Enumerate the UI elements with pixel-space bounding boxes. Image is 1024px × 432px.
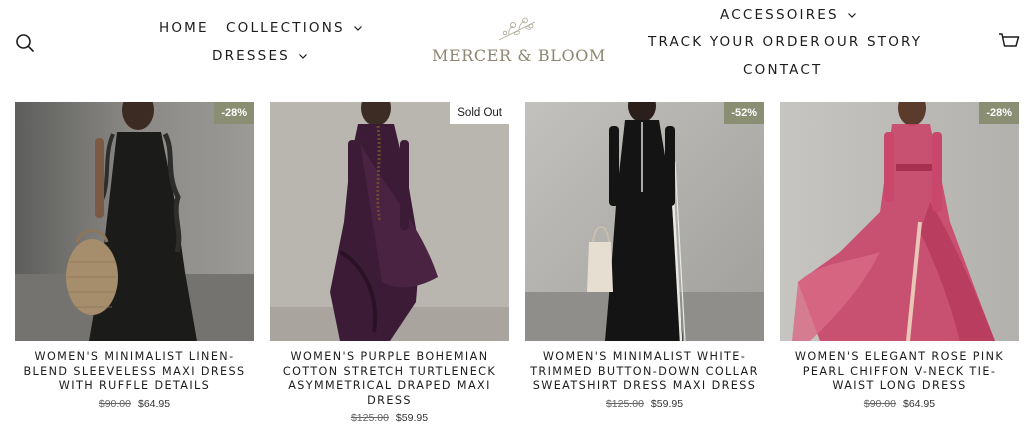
discount-badge: -52% [724, 102, 764, 124]
nav-collections[interactable]: COLLECTIONS [226, 20, 363, 36]
product-title[interactable]: Women's Minimalist White-Trimmed Button-… [525, 350, 764, 394]
nav-contact-label: CONTACT [743, 62, 823, 78]
discount-badge: -28% [979, 102, 1019, 124]
original-price: $125.00 [350, 412, 389, 425]
product-photo [270, 102, 509, 341]
product-image[interactable]: -52% [525, 102, 764, 341]
nav-track-order[interactable]: TRACK YOUR ORDER [648, 34, 822, 50]
sold-out-badge: Sold Out [450, 102, 509, 124]
chevron-down-icon [353, 26, 362, 31]
sale-price: $64.95 [903, 397, 936, 410]
brand-logo[interactable]: MERCER & BLOOM [432, 16, 606, 72]
chevron-down-icon [847, 13, 856, 18]
price-row: $125.00 $59.95 [525, 398, 764, 410]
product-card[interactable]: -28% Women's Minimalist Linen-Blend Slee… [15, 102, 254, 410]
original-price: $125.00 [605, 397, 644, 410]
price-row: $125.00 $59.95 [270, 412, 509, 424]
product-photo [525, 102, 764, 341]
nav-our-story[interactable]: OUR STORY [824, 34, 922, 50]
flower-logo-icon [498, 17, 536, 41]
original-price: $90.00 [863, 397, 896, 410]
sale-price: $59.95 [650, 397, 684, 410]
sale-price: $59.95 [395, 412, 429, 425]
nav-collections-label: COLLECTIONS [226, 20, 345, 36]
nav-our-story-label: OUR STORY [824, 34, 923, 50]
brand-name: MERCER & BLOOM [432, 46, 606, 65]
nav-dresses-label: DRESSES [212, 48, 290, 64]
product-title[interactable]: Women's Minimalist Linen-Blend Sleeveles… [15, 350, 254, 394]
discount-badge: -28% [214, 102, 254, 124]
product-card[interactable]: -28% Women's Elegant Rose Pink Pearl Chi… [780, 102, 1019, 410]
product-image[interactable]: Sold Out [270, 102, 509, 341]
product-title[interactable]: Women's Purple Bohemian Cotton Stretch T… [270, 350, 509, 408]
sale-price: $64.95 [138, 397, 171, 410]
nav-home[interactable]: HOME [159, 20, 209, 36]
product-title[interactable]: Women's Elegant Rose Pink Pearl Chiffon … [780, 350, 1019, 394]
price-row: $90.00 $64.95 [15, 398, 254, 410]
nav-contact[interactable]: CONTACT [743, 62, 822, 78]
original-price: $90.00 [98, 397, 131, 410]
product-image[interactable]: -28% [15, 102, 254, 341]
price-row: $90.00 $64.95 [780, 398, 1019, 410]
product-card[interactable]: Sold Out Women's Purple Bohemian Cotton … [270, 102, 509, 424]
nav-accessoires[interactable]: ACCESSOIRES [720, 7, 857, 23]
nav-home-label: HOME [159, 20, 209, 36]
nav-dresses[interactable]: DRESSES [212, 48, 308, 64]
nav-track-order-label: TRACK YOUR ORDER [648, 34, 822, 50]
chevron-down-icon [299, 54, 307, 59]
site-header: HOME COLLECTIONS DRESSES MERCER & BLOOM … [0, 0, 1024, 90]
cart-icon[interactable] [994, 28, 1024, 56]
product-card[interactable]: -52% Women's Minimalist White-Trimmed Bu… [525, 102, 764, 410]
nav-accessoires-label: ACCESSOIRES [720, 7, 839, 23]
product-photo [15, 102, 254, 341]
search-icon[interactable] [12, 30, 38, 56]
product-image[interactable]: -28% [780, 102, 1019, 341]
product-photo [780, 102, 1019, 341]
